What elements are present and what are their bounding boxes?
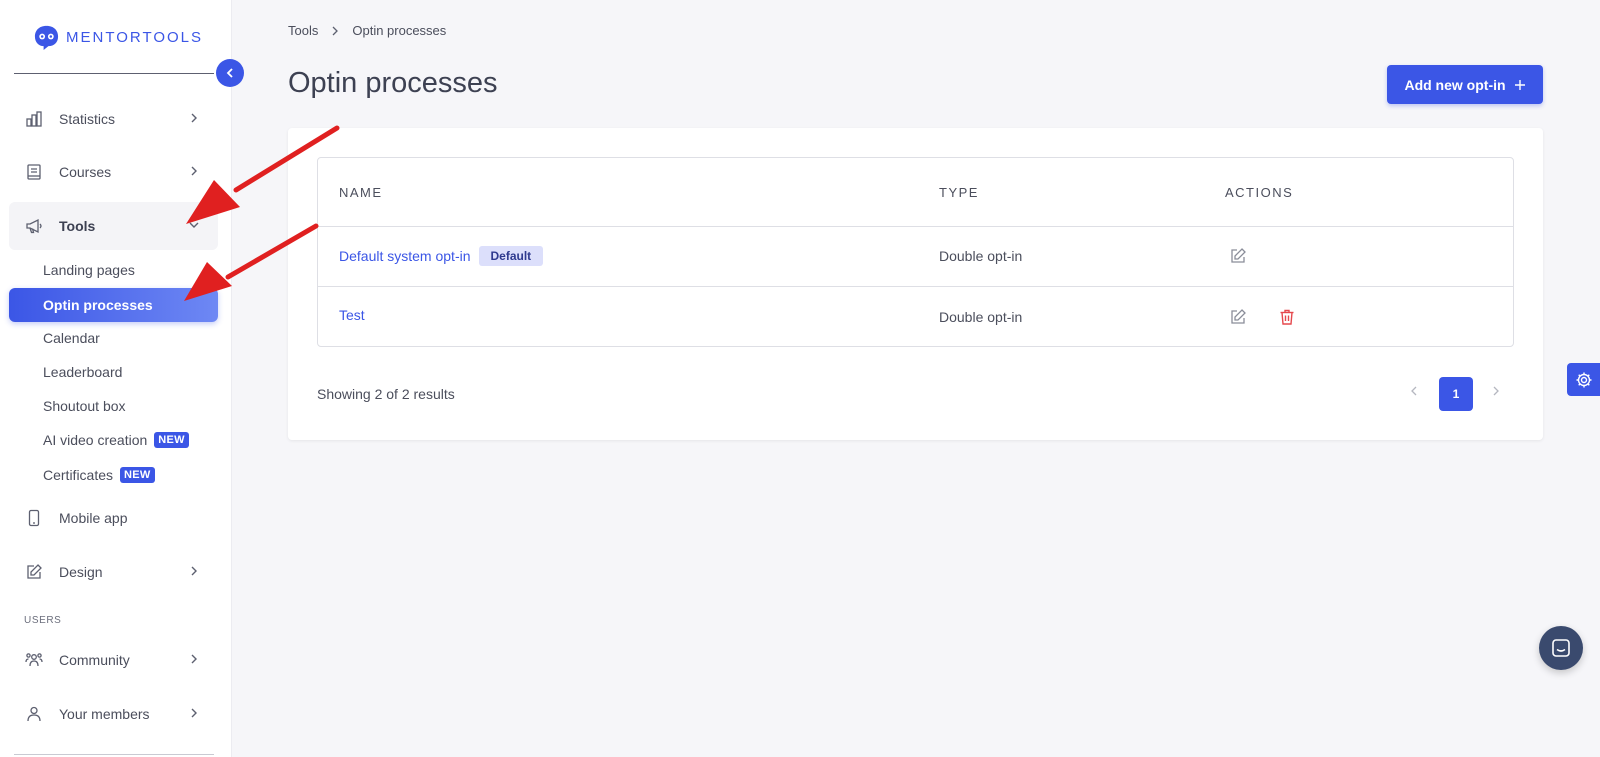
optin-name: Test: [339, 307, 365, 323]
optin-name-link[interactable]: Test: [339, 307, 365, 323]
default-badge: Default: [478, 246, 544, 266]
sidebar-subitem-label: Landing pages: [43, 262, 135, 278]
sidebar-item-label: Tools: [59, 218, 96, 234]
brand-name: MENTORTOOLS: [66, 29, 204, 46]
breadcrumb-current: Optin processes: [352, 23, 447, 38]
chevron-right-icon[interactable]: [1487, 382, 1505, 400]
sidebar-divider: [14, 73, 214, 74]
users-icon: [25, 651, 43, 669]
column-header-type: TYPE: [939, 185, 979, 200]
chevron-right-icon: [191, 566, 197, 576]
chevron-right-icon: [191, 166, 197, 176]
gear-icon: [1576, 372, 1591, 387]
settings-button[interactable]: [1567, 363, 1600, 396]
brand-logo[interactable]: MENTORTOOLS: [33, 24, 203, 51]
optins-card: NAME TYPE ACTIONS Default system opt-in …: [288, 128, 1543, 440]
results-summary: Showing 2 of 2 results: [317, 386, 455, 402]
table-row: Default system opt-in Default Double opt…: [318, 227, 1513, 287]
column-header-name: NAME: [339, 185, 383, 200]
breadcrumb-root[interactable]: Tools: [288, 23, 318, 38]
sidebar-subitem-label: Certificates: [43, 467, 114, 483]
sidebar-item-label: Your members: [59, 706, 150, 722]
robot-logo-icon: [34, 25, 59, 51]
optin-name: Default system opt-in: [339, 248, 471, 264]
chevron-left-icon[interactable]: [1405, 382, 1423, 400]
sidebar-subitem-label: AI video creation: [43, 432, 148, 448]
sidebar-item-label: Statistics: [59, 111, 116, 127]
page-title: Optin processes: [288, 67, 498, 99]
chevron-right-icon: [191, 708, 197, 718]
edit-icon[interactable]: [1229, 308, 1247, 326]
chat-icon: [1552, 639, 1570, 657]
sidebar-subitem-label: Calendar: [43, 330, 100, 346]
new-badge: NEW: [154, 432, 189, 448]
pagination-page-button[interactable]: 1: [1439, 377, 1473, 411]
phone-icon: [25, 509, 43, 527]
add-new-optin-label: Add new opt-in: [1404, 76, 1506, 93]
pencil-icon: [25, 563, 43, 581]
book-icon: [25, 163, 43, 181]
sidebar-subitem-label: Leaderboard: [43, 364, 123, 380]
sidebar-item-mobile-app[interactable]: Mobile app: [9, 494, 218, 542]
sidebar-subitem-optin-processes[interactable]: Optin processes: [9, 288, 218, 322]
trash-icon[interactable]: [1278, 308, 1296, 326]
sidebar-item-courses[interactable]: Courses: [9, 148, 218, 196]
optins-table: NAME TYPE ACTIONS Default system opt-in …: [317, 157, 1514, 347]
user-icon: [25, 705, 43, 723]
sidebar-item-label: Community: [59, 652, 130, 668]
breadcrumb: Tools Optin processes: [288, 23, 446, 38]
sidebar-item-your-members[interactable]: Your members: [9, 690, 218, 738]
column-header-actions: ACTIONS: [1225, 185, 1294, 200]
table-row: Test Double opt-in: [318, 288, 1513, 346]
megaphone-icon: [25, 217, 43, 235]
sidebar-subitem-ai-video-creation[interactable]: AI video creation NEW: [9, 423, 218, 457]
sidebar: MENTORTOOLS Statistics Courses Tools Lan…: [0, 0, 232, 757]
sidebar-divider: [14, 754, 214, 755]
sidebar-item-label: Courses: [59, 164, 112, 180]
chevron-right-icon: [191, 113, 197, 123]
chevron-left-icon: [226, 68, 233, 78]
add-new-optin-button[interactable]: Add new opt-in: [1387, 65, 1543, 104]
sidebar-subitem-landing-pages[interactable]: Landing pages: [9, 253, 218, 287]
sidebar-subitem-shoutout-box[interactable]: Shoutout box: [9, 389, 218, 423]
section-label-users: USERS: [24, 615, 62, 626]
edit-icon[interactable]: [1229, 247, 1247, 265]
sidebar-item-label: Design: [59, 564, 103, 580]
sidebar-item-community[interactable]: Community: [9, 636, 218, 684]
optin-name-link[interactable]: Default system opt-in Default: [339, 246, 544, 266]
sidebar-subitem-label: Shoutout box: [43, 398, 126, 414]
optin-type: Double opt-in: [939, 248, 1023, 264]
sidebar-subitem-calendar[interactable]: Calendar: [9, 321, 218, 355]
chevron-down-icon: [189, 222, 199, 228]
table-header: NAME TYPE ACTIONS: [318, 158, 1513, 227]
sidebar-item-label: Mobile app: [59, 510, 128, 526]
new-badge: NEW: [120, 467, 155, 483]
bar-chart-icon: [25, 110, 43, 128]
sidebar-item-design[interactable]: Design: [9, 548, 218, 596]
chevron-right-icon: [191, 654, 197, 664]
plus-icon: [1514, 79, 1525, 90]
chevron-right-icon: [332, 26, 339, 35]
sidebar-subitem-certificates[interactable]: Certificates NEW: [9, 458, 218, 492]
sidebar-subitem-label: Optin processes: [43, 297, 153, 313]
collapse-sidebar-button[interactable]: [216, 59, 244, 87]
chat-button[interactable]: [1539, 626, 1583, 670]
sidebar-item-tools[interactable]: Tools: [9, 202, 218, 250]
sidebar-subitem-leaderboard[interactable]: Leaderboard: [9, 355, 218, 389]
optin-type: Double opt-in: [939, 309, 1023, 325]
sidebar-item-statistics[interactable]: Statistics: [9, 95, 218, 143]
